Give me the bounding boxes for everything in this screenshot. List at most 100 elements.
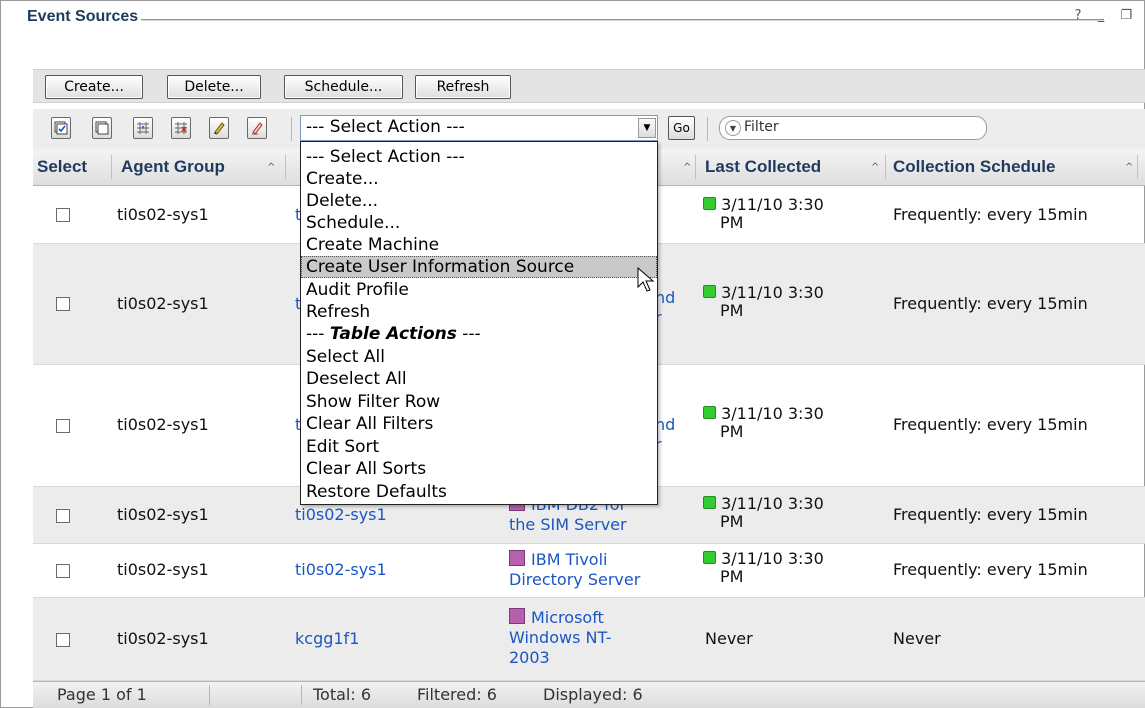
event-sources-portlet: Event Sources ? _ ❐ Create... Delete... … [0,0,1145,708]
menu-option-edit-sort[interactable]: Edit Sort [301,436,657,458]
header-last-collected[interactable]: Last Collected [705,149,821,185]
refresh-button[interactable]: Refresh [415,75,511,99]
clear-sorts-icon[interactable] [247,117,267,139]
displayed-count: Displayed: 6 [543,685,643,704]
window-controls[interactable]: ? _ ❐ [1075,8,1138,23]
menu-option-deselect-all[interactable]: Deselect All [301,368,657,390]
select-action-dropdown[interactable]: --- Select Action --- ▼ [300,115,658,141]
schedule-cell: Frequently: every 15min [893,560,1088,579]
select-action-menu: --- Select Action --- Create... Delete..… [300,141,658,505]
sort-icon[interactable]: ^ [267,162,275,173]
source-type-cell[interactable]: nd r [655,415,695,455]
event-source-type-icon [509,550,525,566]
header-select[interactable]: Select [37,149,87,185]
source-type-cell[interactable]: IBM Tivoli Directory Server [509,550,689,590]
sort-icon[interactable]: ^ [871,162,879,173]
source-type-line: IBM Tivoli [531,550,608,569]
source-type-line: Directory Server [509,570,641,589]
footer-divider [209,685,210,705]
row-checkbox[interactable] [56,564,70,578]
filter-placeholder: Filter [744,119,779,135]
sort-icon[interactable]: ^ [1125,162,1133,173]
button-bar: Create... Delete... Schedule... Refresh [33,69,1145,103]
source-type-line: nd [655,288,676,307]
title-divider [141,19,1104,21]
last-collected-date: 3/11/10 3:30 [721,195,824,214]
table-row[interactable]: ti0s02-sys1 ti0s02-sys1 IBM Tivoli Direc… [33,544,1145,598]
status-ok-icon [703,496,716,509]
agent-group-cell: ti0s02-sys1 [117,294,209,313]
sort-icon[interactable]: ^ [683,162,691,173]
schedule-cell: Frequently: every 15min [893,415,1088,434]
status-ok-icon [703,285,716,298]
filter-input[interactable]: ▼ Filter [719,116,987,140]
row-checkbox[interactable] [56,419,70,433]
agent-group-cell: ti0s02-sys1 [117,205,209,224]
last-collected-time: PM [720,512,744,531]
column-divider[interactable] [695,155,696,179]
menu-option-create[interactable]: Create... [301,168,657,190]
row-checkbox[interactable] [56,297,70,311]
agent-group-cell: ti0s02-sys1 [117,629,209,648]
menu-option-clear-all-sorts[interactable]: Clear All Sorts [301,458,657,480]
delete-button[interactable]: Delete... [167,75,261,99]
header-agent-group[interactable]: Agent Group [121,149,225,185]
menu-option-schedule[interactable]: Schedule... [301,212,657,234]
last-collected-cell: Never [705,629,753,648]
create-button[interactable]: Create... [45,75,143,99]
select-action-value: --- Select Action --- [306,117,465,137]
group-dashes: --- [456,324,481,344]
page-indicator: Page 1 of 1 [57,685,147,704]
last-collected-date: 3/11/10 3:30 [721,404,824,423]
column-divider[interactable] [285,155,286,179]
column-divider[interactable] [885,155,886,179]
header-collection-schedule[interactable]: Collection Schedule [893,149,1055,185]
menu-option-clear-all-filters[interactable]: Clear All Filters [301,413,657,435]
chevron-down-icon[interactable]: ▼ [638,118,656,138]
last-collected-time: PM [720,301,744,320]
go-button[interactable]: Go [668,116,695,140]
filtered-count: Filtered: 6 [417,685,497,704]
column-divider[interactable] [1137,155,1138,179]
menu-option-restore-defaults[interactable]: Restore Defaults [301,481,657,503]
row-checkbox[interactable] [56,208,70,222]
machine-link[interactable]: ti0s02-sys1 [295,560,387,579]
menu-option-create-user-information-source[interactable]: Create User Information Source [301,256,657,278]
last-collected-date: 3/11/10 3:30 [721,494,824,513]
machine-link[interactable]: ti0s02-sys1 [295,505,387,524]
source-type-cell[interactable]: nd r [655,288,695,328]
show-filter-row-icon[interactable] [133,117,153,139]
filter-dropdown-icon[interactable]: ▼ [725,120,741,136]
menu-option-show-filter-row[interactable]: Show Filter Row [301,391,657,413]
select-all-icon[interactable] [51,117,71,139]
menu-option-refresh[interactable]: Refresh [301,301,657,323]
last-collected-date: 3/11/10 3:30 [721,283,824,302]
last-collected-cell: 3/11/10 3:30 PM [703,550,824,586]
last-collected-cell: 3/11/10 3:30 PM [703,405,824,441]
column-divider[interactable] [111,155,112,179]
row-checkbox[interactable] [56,633,70,647]
source-type-line: the SIM Server [509,515,627,534]
agent-group-cell: ti0s02-sys1 [117,560,209,579]
mouse-pointer-icon [637,267,655,292]
group-dashes: --- [306,324,330,344]
toolbar-separator [707,117,708,141]
last-collected-time: PM [720,422,744,441]
table-row[interactable]: ti0s02-sys1 kcgg1f1 Microsoft Windows NT… [33,598,1145,681]
clear-filters-icon[interactable] [171,117,191,139]
menu-option-select-all[interactable]: Select All [301,346,657,368]
menu-option-delete[interactable]: Delete... [301,190,657,212]
schedule-button[interactable]: Schedule... [284,75,403,99]
menu-option-select-action[interactable]: --- Select Action --- [301,146,657,168]
source-type-line: Windows NT- [509,628,612,647]
edit-sort-icon[interactable] [209,117,229,139]
menu-option-create-machine[interactable]: Create Machine [301,234,657,256]
event-source-type-icon [509,608,525,624]
row-checkbox[interactable] [56,509,70,523]
menu-option-audit-profile[interactable]: Audit Profile [301,279,657,301]
status-ok-icon [703,406,716,419]
machine-link[interactable]: kcgg1f1 [295,629,359,648]
title-bar: Event Sources ? _ ❐ [1,1,1144,35]
deselect-all-icon[interactable] [92,117,112,139]
source-type-cell[interactable]: Microsoft Windows NT- 2003 [509,608,689,668]
